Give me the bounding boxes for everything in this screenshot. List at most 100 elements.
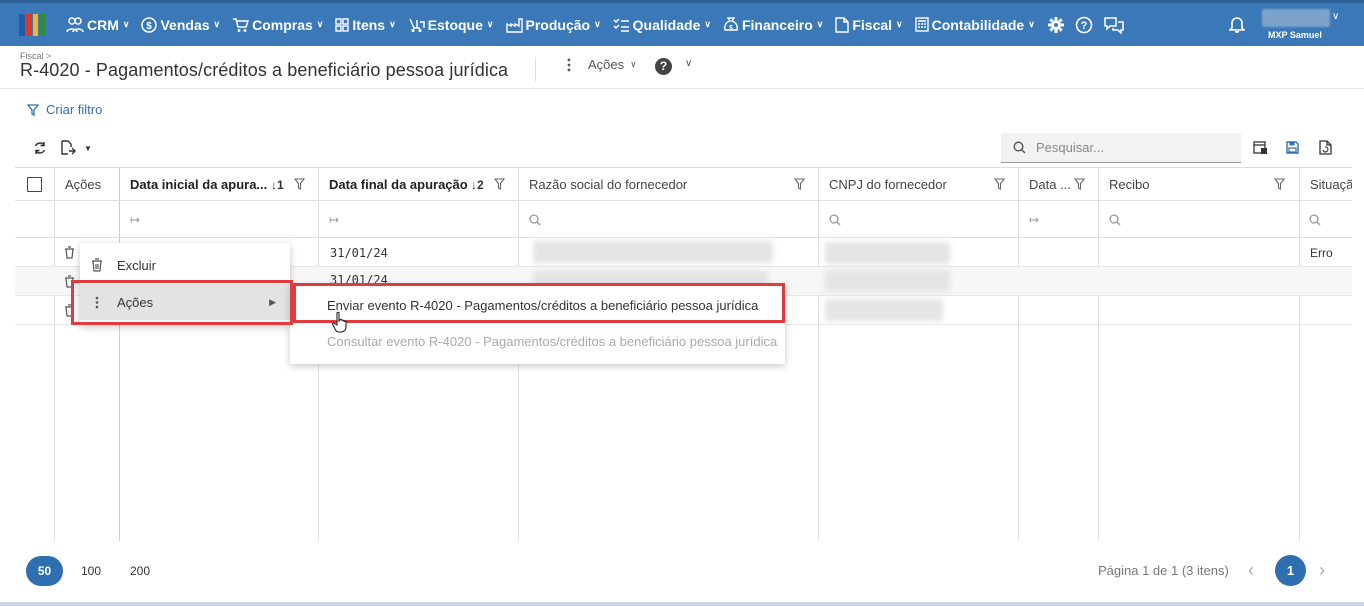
submenu-item-enviar-evento[interactable]: Enviar evento R-4020 - Pagamentos/crédit… (290, 287, 785, 323)
nav-item-crm[interactable]: CRM ∨ (66, 17, 129, 33)
select-all-checkbox[interactable] (27, 177, 42, 192)
column-header-cnpj[interactable]: CNPJ do fornecedor (818, 168, 1018, 201)
notification-bell-icon[interactable] (1228, 15, 1246, 36)
nav-label: Financeiro (741, 16, 813, 33)
submenu-item-consultar-evento: Consultar evento R-4020 - Pagamentos/cré… (290, 323, 785, 359)
export-document-icon (61, 140, 76, 155)
column-filter-icon[interactable] (1274, 178, 1285, 190)
column-filter-icon[interactable] (1074, 178, 1085, 190)
nav-item-vendas[interactable]: $ Vendas ∨ (141, 17, 220, 33)
column-header-recibo[interactable]: Recibo (1098, 168, 1299, 201)
redacted-razao-social (533, 241, 773, 263)
date-range-filter-icon[interactable]: ↦ (1029, 213, 1039, 227)
search-box[interactable] (1001, 133, 1241, 163)
svg-text:?: ? (1080, 20, 1087, 32)
trash-icon[interactable] (64, 275, 75, 288)
chevron-down-icon: ∨ (816, 19, 824, 29)
app-logo[interactable] (19, 14, 45, 36)
nav-item-qualidade[interactable]: Qualidade ∨ (613, 17, 711, 33)
svg-text:$: $ (147, 21, 153, 32)
chevron-down-icon: ∨ (1332, 11, 1340, 22)
page-help-icon[interactable]: ? (655, 58, 672, 75)
nav-label: CRM (87, 16, 119, 33)
hand-cursor-icon (332, 311, 347, 333)
nav-item-fiscal[interactable]: Fiscal ∨ (835, 17, 903, 33)
chevron-down-icon: ∨ (389, 19, 396, 29)
cart-icon (233, 17, 250, 32)
trash-icon (92, 258, 102, 272)
page-size-50[interactable]: 50 (26, 556, 63, 586)
main-menu: CRM ∨ $ Vendas ∨ Compras ∨ Itens ∨ Estoque ∨ … (66, 3, 1135, 46)
chevron-down-icon: ∨ (316, 19, 324, 29)
settings-gear-icon[interactable] (1047, 16, 1065, 34)
save-layout-icon[interactable] (1286, 141, 1299, 154)
page-button-current[interactable]: 1 (1275, 555, 1306, 586)
context-item-excluir[interactable]: Excluir (80, 247, 290, 283)
sort-indicator: ↓2 (471, 177, 484, 192)
search-icon[interactable] (1309, 214, 1321, 226)
grid-filter-row: ↦ ↦ ↦ (15, 201, 1352, 238)
column-filter-icon[interactable] (494, 178, 505, 190)
chevron-down-icon: ∨ (896, 19, 903, 29)
cell-data-final: 31/01/24 (330, 246, 388, 260)
refresh-icon[interactable] (33, 141, 47, 155)
dollar-circle-icon: $ (141, 16, 158, 33)
header-actions-button[interactable]: Ações ∨ (566, 57, 637, 72)
actions-submenu: Enviar evento R-4020 - Pagamentos/crédit… (290, 285, 785, 364)
page-size-200[interactable]: 200 (125, 556, 155, 586)
column-label: Recibo (1109, 177, 1150, 192)
column-header-data-inicial[interactable]: Data inicial da apura... ↓1 (119, 168, 318, 201)
date-range-filter-icon[interactable]: ↦ (329, 213, 339, 227)
nav-item-financeiro[interactable]: $ Financeiro ∨ (723, 17, 823, 33)
search-icon (1013, 141, 1026, 154)
user-menu[interactable]: ∨ MXP Samuel (1262, 7, 1344, 43)
search-icon[interactable] (829, 214, 841, 226)
vertical-dots-icon (567, 58, 571, 71)
chevron-down-icon: ∨ (213, 19, 221, 29)
date-range-filter-icon[interactable]: ↦ (130, 213, 140, 227)
trash-icon[interactable] (64, 304, 75, 317)
column-filter-icon[interactable] (994, 178, 1005, 190)
restore-layout-icon[interactable] (1319, 140, 1332, 155)
column-header-data[interactable]: Data ... (1018, 168, 1098, 201)
nav-item-compras[interactable]: Compras ∨ (232, 17, 323, 33)
chevron-right-icon: ▶ (269, 296, 276, 307)
column-header-situacao[interactable]: Situaçã (1299, 168, 1352, 201)
nav-item-producao[interactable]: Produção ∨ (505, 17, 601, 33)
column-filter-icon[interactable] (794, 178, 805, 190)
nav-item-estoque[interactable]: Estoque ∨ (408, 17, 494, 33)
column-label: Razão social do fornecedor (529, 177, 688, 192)
search-icon[interactable] (529, 214, 541, 226)
create-filter-link[interactable]: Criar filtro (27, 102, 102, 117)
chevron-down-icon: ∨ (594, 19, 601, 29)
search-input[interactable] (1034, 139, 1234, 156)
previous-page-icon[interactable]: ‹ (1248, 560, 1254, 581)
trash-icon[interactable] (64, 246, 75, 259)
redacted-cnpj (825, 270, 950, 292)
column-label: CNPJ do fornecedor (829, 177, 947, 192)
page-size-100[interactable]: 100 (76, 556, 106, 586)
chevron-down-icon: ∨ (630, 59, 637, 69)
search-icon[interactable] (1109, 214, 1121, 226)
top-navbar: CRM ∨ $ Vendas ∨ Compras ∨ Itens ∨ Estoque ∨ … (0, 0, 1364, 46)
filter-funnel-icon (27, 103, 39, 116)
column-chooser-icon[interactable] (1253, 141, 1268, 155)
grid-items-icon (335, 17, 350, 32)
column-header-acoes: Ações (54, 168, 119, 201)
column-header-data-final[interactable]: Data final da apuração ↓2 (318, 168, 518, 201)
bottom-border (0, 602, 1364, 606)
chevron-down-icon: ∨ (1028, 19, 1035, 29)
column-header-razao-social[interactable]: Razão social do fornecedor (518, 168, 818, 201)
export-button[interactable]: ▼ (60, 140, 92, 156)
help-icon[interactable]: ? (1075, 16, 1093, 34)
nav-item-contabilidade[interactable]: Contabilidade ∨ (914, 17, 1035, 33)
money-bag-icon: $ (724, 16, 738, 32)
column-filter-icon[interactable] (294, 178, 305, 190)
next-page-icon[interactable]: › (1319, 560, 1325, 581)
context-item-acoes[interactable]: Ações ▶ (80, 284, 290, 320)
chat-icon[interactable] (1103, 16, 1125, 34)
nav-item-itens[interactable]: Itens ∨ (335, 17, 396, 33)
chevron-down-icon: ∨ (704, 19, 711, 29)
chevron-down-icon[interactable]: ∨ (685, 58, 692, 69)
caret-down-icon: ▼ (84, 143, 92, 153)
